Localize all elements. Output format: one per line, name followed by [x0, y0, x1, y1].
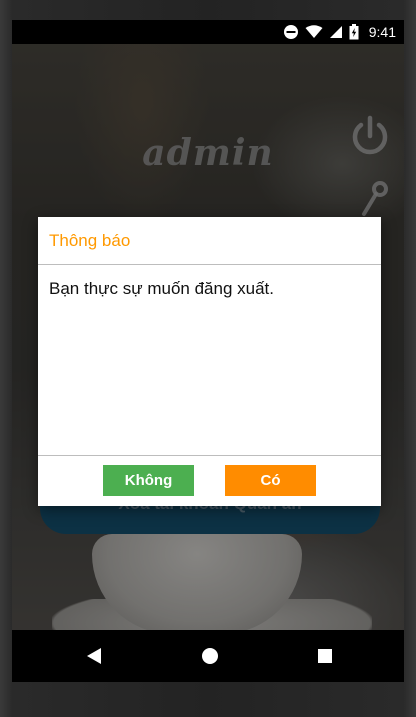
- back-icon: [87, 648, 101, 664]
- home-icon: [202, 648, 218, 664]
- dialog-divider: [38, 264, 381, 265]
- cancel-button[interactable]: Không: [103, 465, 194, 496]
- recents-icon: [318, 649, 332, 663]
- signal-icon: [329, 25, 343, 39]
- screen: 9:41 admin Xóa tài khoản Quán ăn: [12, 20, 404, 682]
- dialog-title: Thông báo: [49, 231, 131, 250]
- back-button[interactable]: [82, 644, 106, 668]
- device-frame: 9:41 admin Xóa tài khoản Quán ăn: [0, 0, 416, 717]
- confirm-button[interactable]: Có: [225, 465, 316, 496]
- status-time: 9:41: [368, 24, 396, 40]
- dialog-message: Bạn thực sự muốn đăng xuất.: [49, 279, 275, 298]
- status-bar: 9:41: [12, 20, 404, 44]
- recents-button[interactable]: [313, 644, 337, 668]
- do-not-disturb-icon: [283, 24, 299, 40]
- dialog-divider: [38, 455, 381, 456]
- logout-confirm-dialog: Thông báo Bạn thực sự muốn đăng xuất. Kh…: [38, 217, 381, 506]
- navigation-bar: [12, 630, 404, 682]
- app-background: admin Xóa tài khoản Quán ăn: [12, 44, 404, 630]
- home-button[interactable]: [198, 644, 222, 668]
- wifi-icon: [305, 25, 323, 39]
- battery-charging-icon: [349, 24, 359, 40]
